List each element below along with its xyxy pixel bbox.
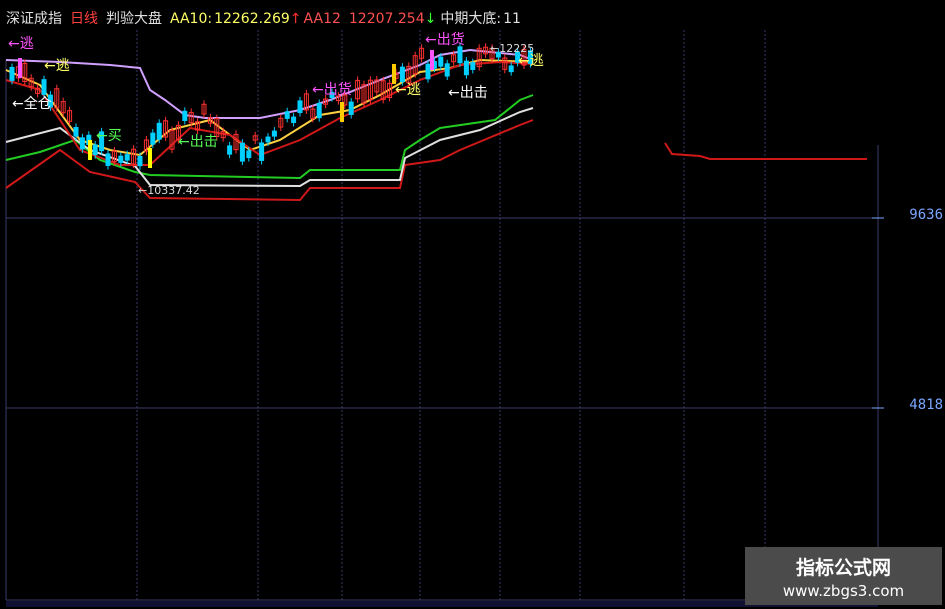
annotation-3: ←出货: [425, 31, 465, 48]
aa12-label: AA12: [303, 11, 341, 27]
candle-body-68: [444, 63, 450, 77]
ma-red-line: [5, 60, 534, 166]
watermark-title: 指标公式网: [795, 557, 891, 579]
candle-body-61: [399, 66, 405, 83]
candle-body-0: [9, 66, 15, 81]
candle-body-44: [291, 116, 297, 123]
annotation-4: ←出货: [312, 81, 352, 98]
annotation-10: ←10337.42: [138, 184, 200, 197]
index-name: 深证成指: [6, 11, 62, 27]
watermark-url: www.zbgs3.com: [782, 582, 905, 600]
candle-body-27: [182, 110, 188, 121]
candle-body-20: [137, 156, 143, 167]
candle-body-22: [150, 132, 156, 145]
candle-body-37: [246, 150, 252, 159]
candle-body-39: [259, 142, 265, 161]
signal-candle-0: [88, 140, 92, 160]
y-axis-label-4818: 4818: [909, 397, 943, 413]
mid-low-value: 11: [503, 11, 521, 27]
signal-candle-4: [18, 58, 22, 78]
candle-body-5: [41, 79, 47, 95]
kline-chart[interactable]: ←逃 ←逃 ←全仓 ←出货 ←出货 ←逃 ←逃 ←出击 ←出击 ←买 ←10337.42 ←12225: [0, 0, 945, 609]
aa12-value: 12207.254: [348, 11, 425, 27]
candle-body-40: [265, 136, 271, 143]
signal-candle-3: [392, 64, 396, 84]
period-label[interactable]: 日线: [70, 11, 98, 27]
annotation-0: ←逃: [8, 36, 34, 52]
indicator-name[interactable]: 判验大盘: [106, 11, 162, 27]
candle-body-17: [118, 155, 124, 163]
candle-body-23: [156, 122, 162, 140]
y-axis-label-9636: 9636: [909, 207, 943, 223]
candle-body-34: [227, 145, 233, 155]
down-arrow-icon: ↓: [424, 11, 437, 27]
candle-body-65: [425, 63, 431, 80]
candle-body-48: [316, 102, 322, 119]
annotation-2: ←全仓: [12, 95, 52, 112]
right-red-line: [664, 142, 867, 160]
red-support-line: [5, 119, 534, 202]
mid-low-label: 中期大底:: [440, 11, 502, 27]
aa10-value: 12262.269: [214, 11, 290, 27]
candle-body-71: [463, 60, 469, 76]
signal-candle-2: [340, 102, 344, 122]
annotation-9: ←买: [96, 128, 122, 144]
annotation-6: ←逃: [518, 53, 544, 69]
candle-body-43: [284, 111, 290, 119]
white-support-line: [5, 107, 534, 188]
watermark: 指标公式网 www.zbgs3.com: [745, 547, 942, 605]
candle-body-72: [470, 62, 476, 70]
chart-header: 深证成指 日线 判验大盘 AA10: 12262.269↑ AA12 12207.254↓ 中…: [6, 8, 533, 30]
candle-body-18: [124, 154, 130, 161]
candle-body-13: [92, 144, 98, 156]
signal-candle-5: [430, 50, 434, 70]
candle-body-70: [457, 46, 463, 64]
signal-candle-1: [148, 148, 152, 168]
annotation-1: ←逃: [44, 58, 70, 74]
candle-body-67: [438, 56, 444, 67]
candle-body-45: [297, 100, 303, 114]
annotation-7: ←出击: [448, 85, 488, 101]
candle-body-11: [79, 137, 85, 150]
chart-window: ←逃 ←逃 ←全仓 ←出货 ←出货 ←逃 ←逃 ←出击 ←出击 ←买 ←10337.42 ←12225…: [0, 0, 945, 609]
up-arrow-icon: ↑: [289, 11, 302, 27]
candle-body-36: [239, 142, 245, 162]
annotation-5: ←逃: [395, 82, 421, 98]
candle-body-15: [105, 153, 111, 166]
annotation-11: ←12225: [490, 42, 534, 55]
aa10-label: AA10:: [170, 11, 213, 27]
candle-body-53: [348, 101, 354, 115]
candle-body-41: [271, 130, 277, 137]
candle-body-10: [73, 127, 79, 137]
candle-body-78: [508, 65, 514, 73]
annotation-8: ←出击: [178, 134, 218, 150]
